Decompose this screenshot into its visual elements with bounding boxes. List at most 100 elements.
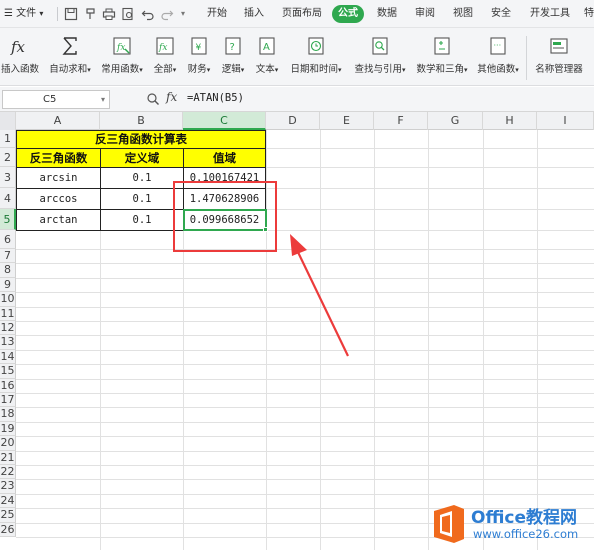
row-header-9[interactable]: 9 — [0, 277, 16, 293]
fx-icon[interactable]: fx — [166, 90, 177, 104]
header-cell-range[interactable]: 值域 — [183, 148, 266, 168]
chevron-down-icon: ▾ — [172, 66, 177, 74]
row-header-15[interactable]: 15 — [0, 364, 16, 379]
undo-icon[interactable] — [141, 7, 155, 21]
finance-button[interactable]: ¥ 财务▾ — [184, 31, 214, 83]
tab-view[interactable]: 视图 — [453, 0, 473, 28]
svg-text:···: ··· — [494, 41, 502, 50]
row-header-19[interactable]: 19 — [0, 421, 16, 437]
common-functions-label: 常用函数▾ — [101, 64, 143, 75]
row-header-6[interactable]: 6 — [0, 230, 16, 249]
row-header-26[interactable]: 26 — [0, 522, 16, 537]
redo-icon[interactable] — [160, 7, 174, 21]
print-icon[interactable] — [102, 7, 116, 21]
tab-home[interactable]: 开始 — [207, 0, 227, 28]
row-header-16[interactable]: 16 — [0, 378, 16, 393]
cell-b5[interactable]: 0.1 — [100, 209, 184, 231]
insert-function-label: 插入函数 — [0, 64, 39, 75]
table-title-cell[interactable]: 反三角函数计算表 — [16, 130, 266, 149]
formula-input[interactable]: =ATAN(B5) — [187, 92, 244, 104]
row-header-22[interactable]: 22 — [0, 465, 16, 480]
tab-page-layout[interactable]: 页面布局 — [282, 0, 322, 28]
file-menu[interactable]: ☰ 文件 ▾ — [4, 0, 43, 28]
tab-insert[interactable]: 插入 — [244, 0, 264, 28]
format-painter-icon[interactable] — [84, 7, 98, 21]
row-header-7[interactable]: 7 — [0, 249, 16, 264]
row-header-3[interactable]: 3 — [0, 167, 16, 188]
tab-formulas[interactable]: 公式 — [332, 5, 364, 23]
name-manager-button[interactable]: 名称管理器 — [532, 31, 586, 83]
ribbon-formulas: fx 插入函数 自动求和▾ fx 常用函数▾ fx 全部▾ ¥ 财务▾ ? 逻辑… — [0, 28, 594, 86]
row-header-2[interactable]: 2 — [0, 148, 16, 167]
save-icon[interactable] — [64, 7, 78, 21]
row-header-5[interactable]: 5 — [0, 209, 16, 230]
row-header-4[interactable]: 4 — [0, 188, 16, 209]
row-header-1[interactable]: 1 — [0, 130, 16, 148]
row-header-12[interactable]: 12 — [0, 321, 16, 336]
chevron-down-icon[interactable]: ▾ — [101, 91, 105, 108]
row-header-18[interactable]: 18 — [0, 407, 16, 422]
row-header-8[interactable]: 8 — [0, 263, 16, 278]
cell-a3[interactable]: arcsin — [16, 167, 101, 189]
tab-developer[interactable]: 开发工具 — [530, 0, 570, 28]
math-trig-label: 数学和三角▾ — [416, 64, 468, 75]
logic-button[interactable]: ? 逻辑▾ — [218, 31, 248, 83]
file-menu-label: 文件 — [16, 8, 37, 19]
cell-b4[interactable]: 0.1 — [100, 188, 184, 210]
all-functions-button[interactable]: fx 全部▾ — [150, 31, 180, 83]
other-functions-button[interactable]: ··· 其他函数▾ — [474, 31, 522, 83]
grid-vertical-line — [428, 130, 429, 550]
name-manager-label: 名称管理器 — [535, 64, 583, 75]
column-header-b[interactable]: B — [100, 112, 183, 130]
column-header-i[interactable]: I — [537, 112, 594, 130]
column-header-g[interactable]: G — [428, 112, 483, 130]
svg-text:?: ? — [230, 42, 235, 53]
cell-a5[interactable]: arctan — [16, 209, 101, 231]
lookup-reference-button[interactable]: 查找与引用▾ — [350, 31, 410, 83]
math-trig-button[interactable]: 数学和三角▾ — [412, 31, 472, 83]
row-header-10[interactable]: 10 — [0, 292, 16, 307]
column-header-c[interactable]: C — [183, 112, 266, 130]
menu-bar: ☰ 文件 ▾ ▾ 开始 插入 页面布局 公式 数据 审阅 视图 安全 开发工具 … — [0, 0, 594, 28]
column-header-d[interactable]: D — [266, 112, 320, 130]
name-box[interactable]: C5 ▾ — [2, 90, 110, 109]
autosum-button[interactable]: 自动求和▾ — [46, 31, 94, 83]
chevron-down-icon: ▾ — [274, 66, 279, 74]
row-header-23[interactable]: 23 — [0, 479, 16, 494]
text-functions-label: 文本▾ — [255, 64, 279, 75]
grid-vertical-line — [537, 130, 538, 550]
tab-data[interactable]: 数据 — [377, 0, 397, 28]
tab-special-partial[interactable]: 特 — [584, 0, 594, 28]
select-all-corner[interactable] — [0, 112, 16, 130]
svg-text:fx: fx — [116, 43, 125, 53]
zoom-icon[interactable] — [146, 92, 160, 106]
row-header-20[interactable]: 20 — [0, 436, 16, 451]
column-header-a[interactable]: A — [16, 112, 100, 130]
date-time-button[interactable]: 日期和时间▾ — [286, 31, 346, 83]
cell-a4[interactable]: arccos — [16, 188, 101, 210]
common-functions-button[interactable]: fx 常用函数▾ — [98, 31, 146, 83]
row-header-21[interactable]: 21 — [0, 450, 16, 465]
row-header-17[interactable]: 17 — [0, 393, 16, 408]
column-header-f[interactable]: F — [374, 112, 428, 130]
row-header-25[interactable]: 25 — [0, 508, 16, 523]
cell-b3[interactable]: 0.1 — [100, 167, 184, 189]
column-header-h[interactable]: H — [483, 112, 537, 130]
row-header-13[interactable]: 13 — [0, 335, 16, 350]
row-header-11[interactable]: 11 — [0, 306, 16, 321]
chevron-down-icon[interactable]: ▾ — [181, 0, 185, 28]
math-icon — [434, 37, 450, 55]
tab-review[interactable]: 审阅 — [415, 0, 435, 28]
lookup-icon — [372, 37, 388, 55]
ribbon-separator — [526, 36, 527, 80]
row-header-14[interactable]: 14 — [0, 349, 16, 365]
tab-security[interactable]: 安全 — [491, 0, 511, 28]
text-functions-button[interactable]: A 文本▾ — [252, 31, 282, 83]
print-preview-icon[interactable] — [121, 7, 135, 21]
header-cell-domain[interactable]: 定义域 — [100, 148, 184, 168]
column-header-e[interactable]: E — [320, 112, 374, 130]
row-header-24[interactable]: 24 — [0, 493, 16, 509]
header-cell-function[interactable]: 反三角函数 — [16, 148, 101, 168]
insert-function-button[interactable]: fx 插入函数 — [0, 31, 40, 83]
column-headers: A B C D E F G H I — [0, 112, 594, 130]
